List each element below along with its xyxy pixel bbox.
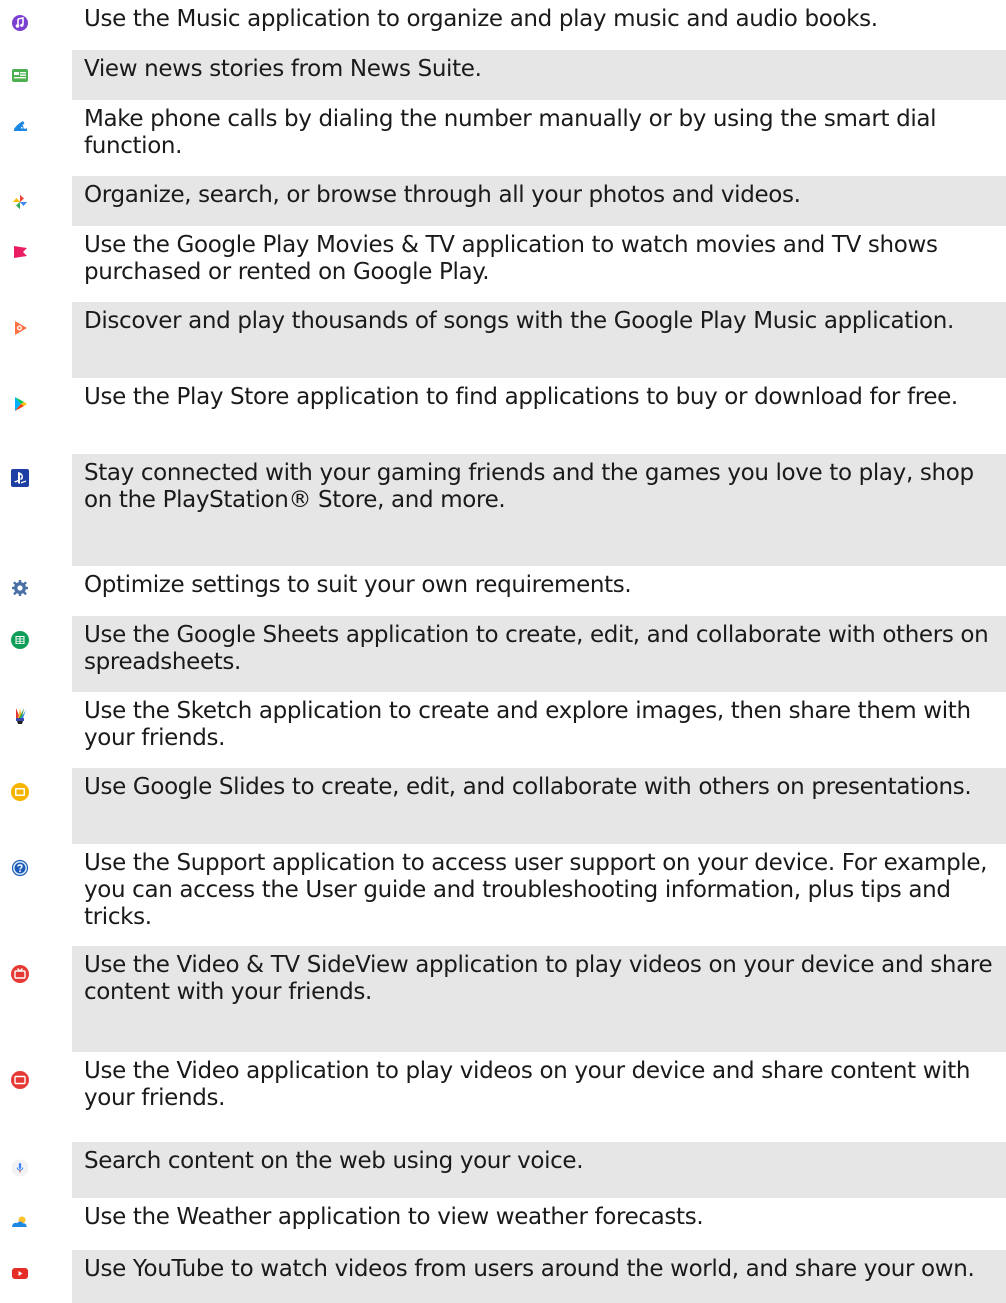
list-item-text: Use the Play Store application to find a… — [72, 378, 1006, 454]
google-sheets-icon — [10, 630, 30, 650]
list-item-text: Use the Support application to access us… — [72, 844, 1006, 946]
voice-search-icon — [10, 1158, 30, 1178]
list-item: Use the Google Play Movies & TV applicat… — [0, 226, 1006, 302]
app-description: Use the Weather application to view weat… — [84, 1204, 704, 1230]
list-item-text: Use the Sketch application to create and… — [72, 692, 1006, 768]
list-item-text: Stay connected with your gaming friends … — [72, 454, 1006, 566]
video-icon — [10, 1070, 30, 1090]
list-item: Search content on the web using your voi… — [0, 1142, 1006, 1198]
play-music-icon — [10, 318, 30, 338]
app-description: Stay connected with your gaming friends … — [84, 460, 974, 513]
play-movies-icon — [10, 242, 30, 262]
app-description: Organize, search, or browse through all … — [84, 182, 801, 208]
app-description: Use the Video & TV SideView application … — [84, 952, 993, 1005]
list-item: Use the Google Sheets application to cre… — [0, 616, 1006, 692]
app-description: Use the Video application to play videos… — [84, 1058, 971, 1111]
list-item-text: Use the Google Play Movies & TV applicat… — [72, 226, 1006, 302]
app-description: Use the Google Sheets application to cre… — [84, 622, 989, 675]
list-item: Use the Music application to organize an… — [0, 0, 1006, 50]
app-description: Search content on the web using your voi… — [84, 1148, 584, 1174]
list-item-text: Use YouTube to watch videos from users a… — [72, 1250, 1006, 1303]
list-item: Use the Support application to access us… — [0, 844, 1006, 946]
app-description: Use YouTube to watch videos from users a… — [84, 1256, 975, 1282]
list-item-text: Search content on the web using your voi… — [72, 1142, 1006, 1198]
list-item-text: Use the Google Sheets application to cre… — [72, 616, 1006, 692]
app-description: Make phone calls by dialing the number m… — [84, 106, 937, 159]
list-item-text: Optimize settings to suit your own requi… — [72, 566, 1006, 616]
app-description: Discover and play thousands of songs wit… — [84, 308, 954, 334]
video-tv-sideview-icon — [10, 964, 30, 984]
app-description: Use the Sketch application to create and… — [84, 698, 971, 751]
settings-icon — [10, 578, 30, 598]
music-icon — [10, 13, 30, 33]
app-description: Use the Support application to access us… — [84, 850, 988, 930]
phone-icon — [10, 116, 30, 136]
list-item-text: Use Google Slides to create, edit, and c… — [72, 768, 1006, 844]
app-description: Use the Music application to organize an… — [84, 6, 878, 32]
play-store-icon — [10, 394, 30, 414]
list-item-text: Use the Music application to organize an… — [72, 0, 1006, 50]
list-item-text: Make phone calls by dialing the number m… — [72, 100, 1006, 176]
weather-icon — [10, 1212, 30, 1232]
support-icon — [10, 858, 30, 878]
list-item: Optimize settings to suit your own requi… — [0, 566, 1006, 616]
list-item: Use the Weather application to view weat… — [0, 1198, 1006, 1250]
list-item: Use the Sketch application to create and… — [0, 692, 1006, 768]
list-item: View news stories from News Suite. — [0, 50, 1006, 100]
youtube-icon — [10, 1263, 30, 1283]
list-item: Use the Video application to play videos… — [0, 1052, 1006, 1142]
list-item: Make phone calls by dialing the number m… — [0, 100, 1006, 176]
list-item-text: Use the Video application to play videos… — [72, 1052, 1006, 1142]
list-item-text: Use the Video & TV SideView application … — [72, 946, 1006, 1052]
list-item: Use Google Slides to create, edit, and c… — [0, 768, 1006, 844]
google-photos-icon — [10, 192, 30, 212]
app-description: Optimize settings to suit your own requi… — [84, 572, 632, 598]
playstation-icon — [10, 468, 30, 488]
list-item: Discover and play thousands of songs wit… — [0, 302, 1006, 378]
app-description: View news stories from News Suite. — [84, 56, 482, 82]
list-item: Organize, search, or browse through all … — [0, 176, 1006, 226]
list-item: Stay connected with your gaming friends … — [0, 454, 1006, 566]
app-description: Use the Play Store application to find a… — [84, 384, 958, 410]
app-description: Use Google Slides to create, edit, and c… — [84, 774, 972, 800]
news-suite-icon — [10, 65, 30, 85]
list-item: Use the Video & TV SideView application … — [0, 946, 1006, 1052]
app-description: Use the Google Play Movies & TV applicat… — [84, 232, 938, 285]
list-item-text: Use the Weather application to view weat… — [72, 1198, 1006, 1250]
list-item-text: View news stories from News Suite. — [72, 50, 1006, 100]
sketch-icon — [10, 706, 30, 726]
list-item-text: Discover and play thousands of songs wit… — [72, 302, 1006, 378]
list-item-text: Organize, search, or browse through all … — [72, 176, 1006, 226]
list-item: Use YouTube to watch videos from users a… — [0, 1250, 1006, 1303]
list-item: Use the Play Store application to find a… — [0, 378, 1006, 454]
google-slides-icon — [10, 782, 30, 802]
